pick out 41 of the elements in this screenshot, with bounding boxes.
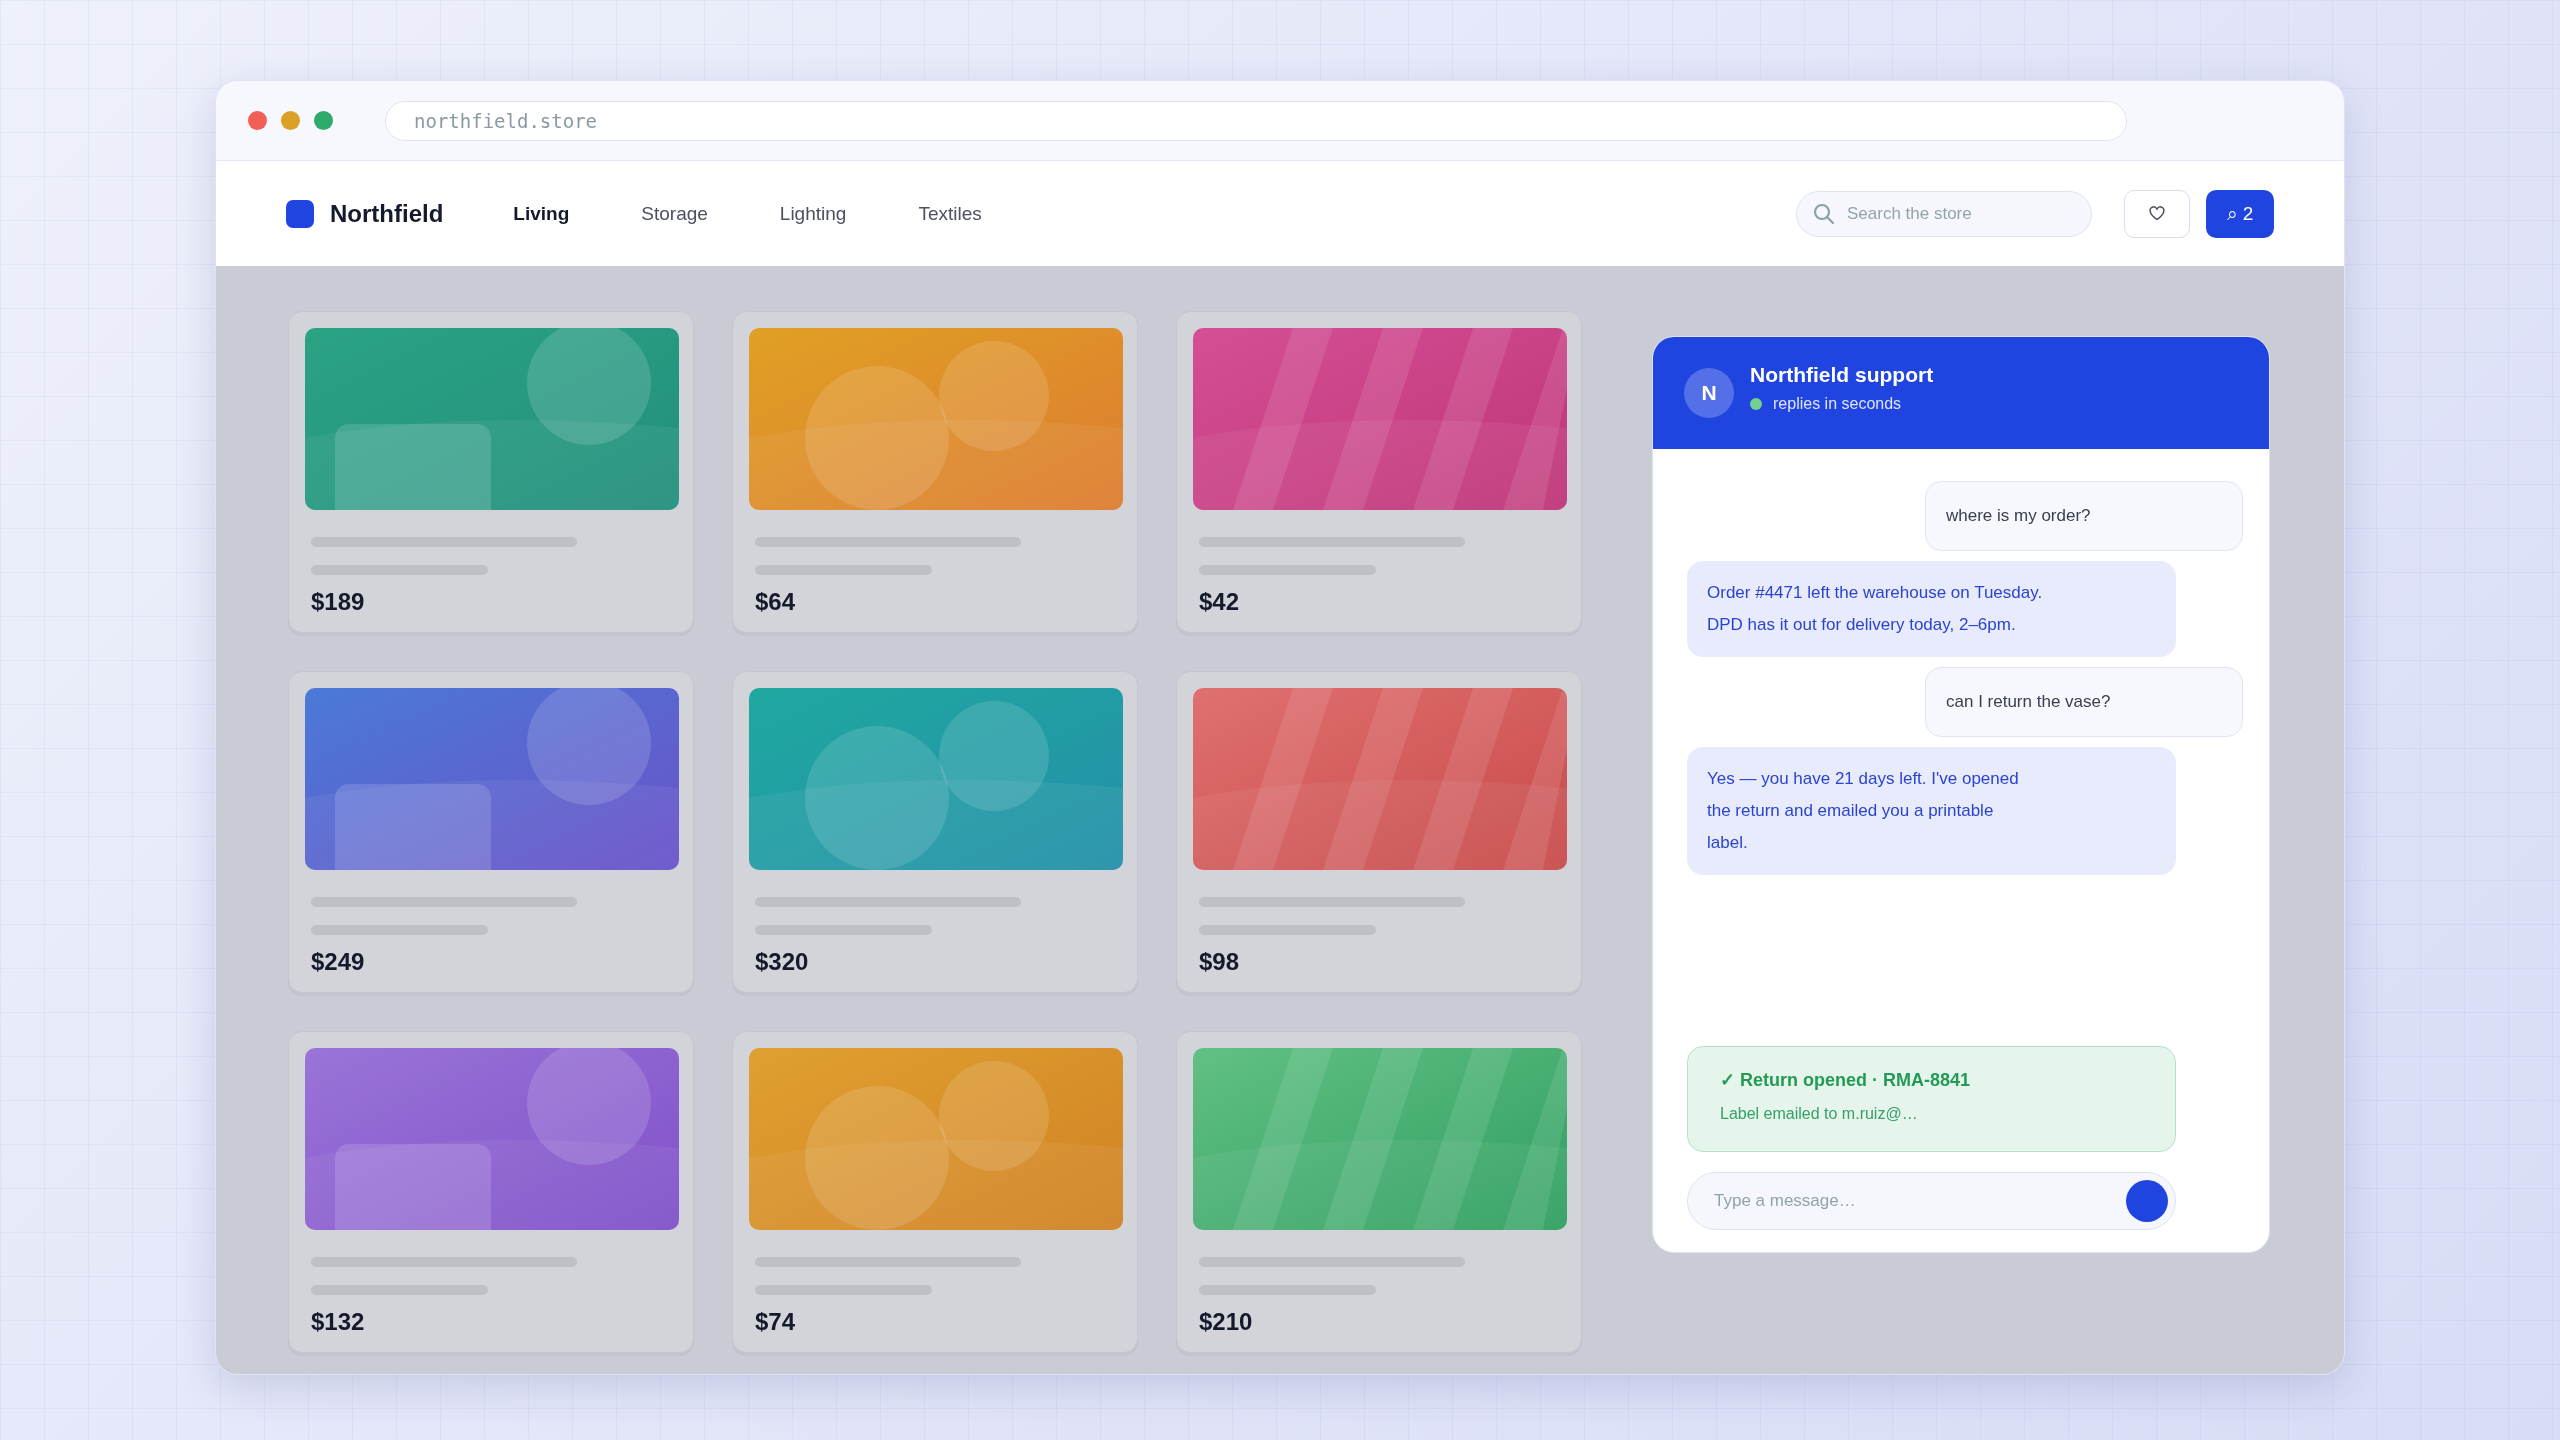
notice-detail: Label emailed to m.ruiz@…: [1720, 1105, 1919, 1123]
product-card[interactable]: $64: [732, 311, 1138, 633]
nav-tab[interactable]: Textiles: [896, 196, 1004, 231]
nav-tab[interactable]: Lighting: [757, 196, 869, 231]
product-price: $74: [755, 1308, 797, 1336]
product-card[interactable]: $42: [1176, 311, 1582, 633]
chat-message: Order #4471 left the warehouse on Tuesday. DPD has it out for delivery today, 2–6pm.: [1687, 561, 2176, 657]
maximize-icon[interactable]: [314, 111, 333, 130]
chat-title: Northfield support: [1750, 363, 1934, 387]
wishlist-button[interactable]: [2124, 189, 2190, 238]
message-field[interactable]: Type a message…: [1687, 1172, 2176, 1230]
product-card[interactable]: $98: [1176, 671, 1582, 993]
product-price: $42: [1199, 588, 1241, 616]
chat-message: can I return the vase?: [1925, 667, 2243, 737]
product-card[interactable]: $74: [732, 1031, 1138, 1353]
brand-name[interactable]: Northfield: [330, 199, 444, 228]
cart-button[interactable]: ⌕ 2: [2206, 189, 2274, 238]
notice-title: ✓ Return opened · RMA-8841: [1720, 1069, 1972, 1091]
heart-icon: [2149, 206, 2165, 221]
nav-tab[interactable]: Storage: [619, 196, 730, 231]
product-price: $64: [755, 588, 797, 616]
product-price: $210: [1199, 1308, 1254, 1336]
product-card[interactable]: $320: [732, 671, 1138, 993]
nav-tab[interactable]: Living: [491, 196, 592, 231]
avatar: N: [1684, 368, 1734, 418]
close-icon[interactable]: [248, 111, 267, 130]
chat-message: where is my order?: [1925, 481, 2243, 551]
logo-icon: [286, 199, 314, 228]
chat-message: Yes — you have 21 days left. I've opened the return and emailed you a printable label.: [1687, 747, 2176, 875]
minimize-icon[interactable]: [281, 111, 300, 130]
search-field[interactable]: Search the store: [1796, 190, 2092, 237]
product-price: $189: [311, 588, 366, 616]
product-card[interactable]: $132: [288, 1031, 694, 1353]
product-card[interactable]: $189: [288, 311, 694, 633]
product-card[interactable]: $210: [1176, 1031, 1582, 1353]
status-text: replies in seconds: [1773, 395, 1902, 413]
product-price: $320: [755, 948, 810, 976]
product-price: $98: [1199, 948, 1241, 976]
product-price: $132: [311, 1308, 366, 1336]
product-price: $249: [311, 948, 366, 976]
product-card[interactable]: $249: [288, 671, 694, 993]
